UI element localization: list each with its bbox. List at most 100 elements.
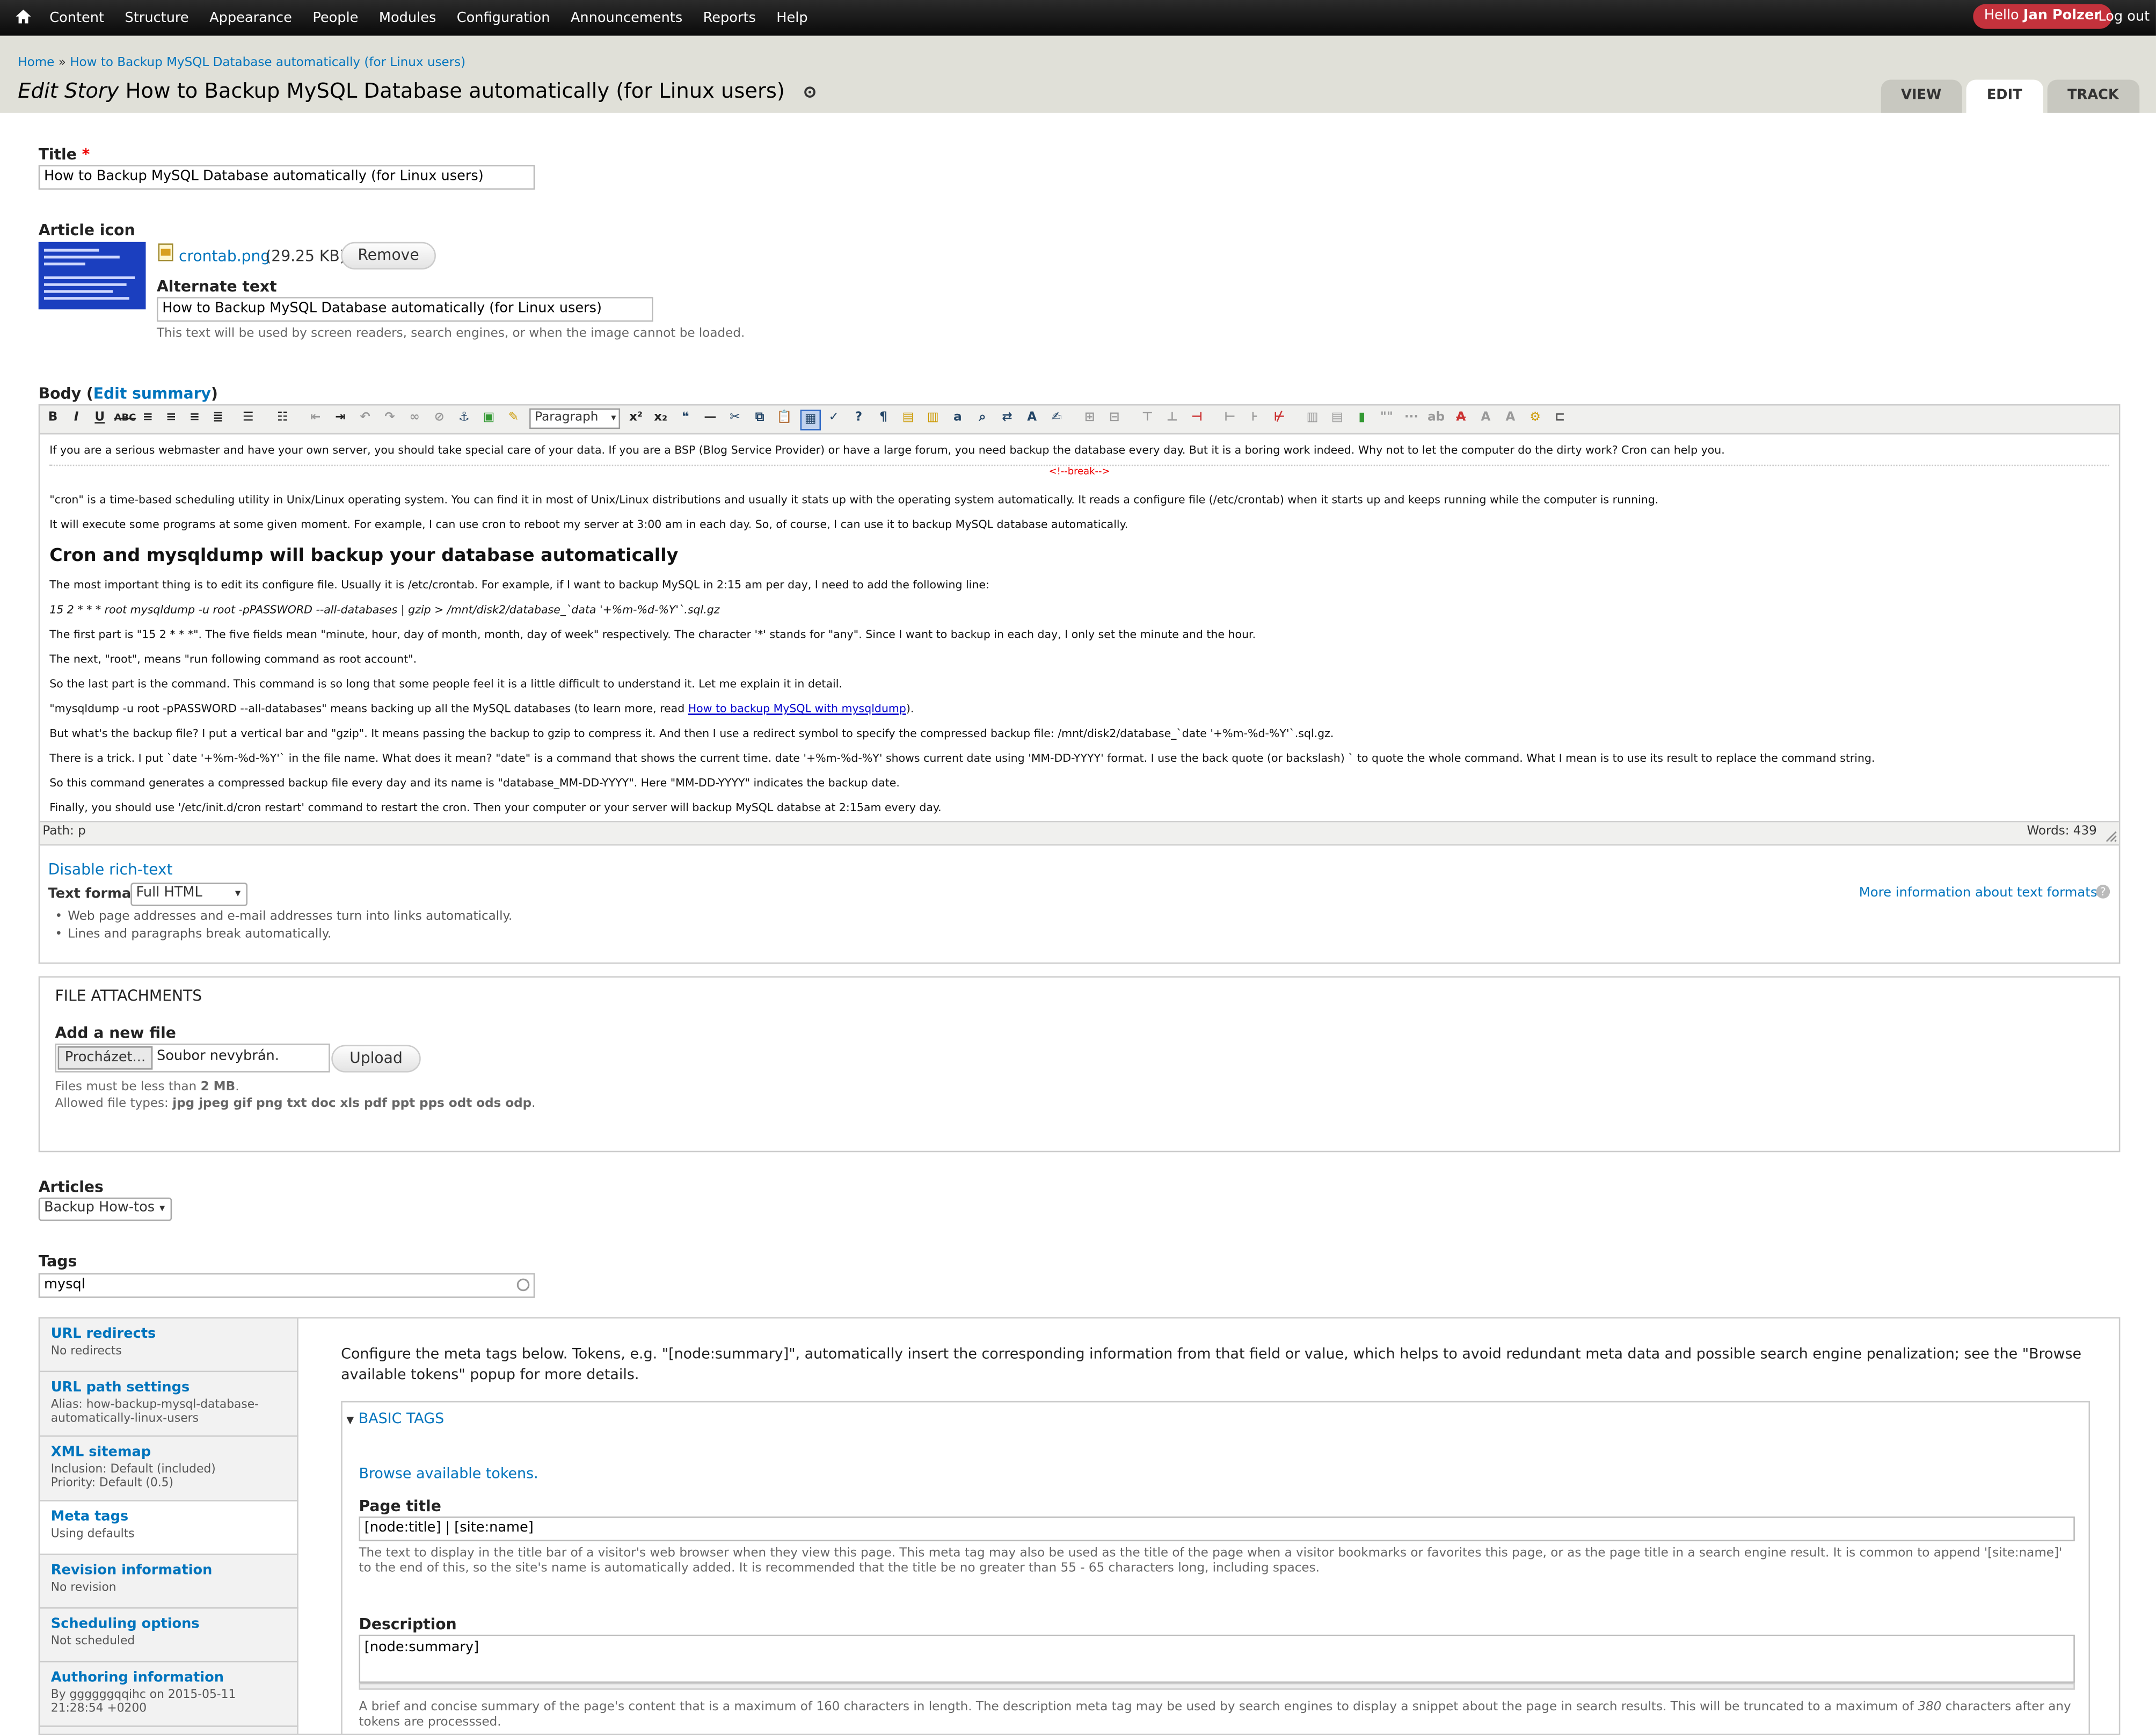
table-icon[interactable]: ▦	[800, 410, 821, 431]
more-info-formats-link[interactable]: More information about text formats	[1859, 885, 2097, 900]
description-textarea[interactable]: [node:summary]	[359, 1635, 2075, 1683]
del-icon[interactable]: A	[1452, 410, 1470, 427]
basic-tags-toggle[interactable]: ▼ BASIC TAGS	[346, 1411, 444, 1427]
page-title-input[interactable]: [node:title] | [site:name]	[359, 1517, 2075, 1542]
browse-button[interactable]: Procházet...	[57, 1046, 153, 1070]
ins-icon[interactable]: A	[1477, 410, 1495, 427]
horizontal-rule-icon[interactable]: —	[701, 410, 719, 427]
vtab-scheduling-options[interactable]: Scheduling options Not scheduled	[40, 1609, 298, 1663]
home-icon[interactable]	[14, 7, 33, 26]
row-props-icon[interactable]: ⊞	[1081, 410, 1098, 427]
paragraph-mark-icon[interactable]: ¶	[875, 410, 892, 427]
edit-summary-link[interactable]: Edit summary	[93, 385, 211, 403]
alt-text-input[interactable]: How to Backup MySQL Database automatical…	[156, 297, 653, 322]
pagebreak-icon[interactable]: ⊏	[1551, 410, 1569, 427]
replace-icon[interactable]: ⇄	[998, 410, 1016, 427]
underline-icon[interactable]: U	[91, 410, 108, 427]
insert-row-icon[interactable]: ⊤	[1139, 410, 1156, 427]
insert-row-after-icon[interactable]: ⊥	[1163, 410, 1181, 427]
gear-icon[interactable]	[803, 85, 817, 99]
abbr-icon[interactable]: ···	[1402, 410, 1420, 427]
menu-content[interactable]: Content	[49, 10, 104, 25]
tags-input[interactable]: mysql	[38, 1273, 535, 1298]
merge-cells-icon[interactable]: ▤	[1328, 410, 1346, 427]
superscript-icon[interactable]: x²	[627, 410, 645, 427]
tab-view[interactable]: VIEW	[1880, 79, 1962, 113]
menu-modules[interactable]: Modules	[379, 10, 436, 25]
articles-select[interactable]: Backup How-tos ▾	[38, 1197, 172, 1221]
cleanup-icon[interactable]: ✎	[505, 410, 522, 427]
menu-announcements[interactable]: Announcements	[571, 10, 682, 25]
indent-icon[interactable]: ⇥	[331, 410, 349, 427]
vtab-meta-tags[interactable]: Meta tags Using defaults	[40, 1501, 298, 1555]
disable-rich-text-link[interactable]: Disable rich-text	[48, 861, 173, 878]
copy-icon[interactable]: ⧉	[751, 410, 768, 427]
anchor-icon[interactable]: ⚓	[455, 410, 473, 427]
strikethrough-icon[interactable]: ABC	[114, 410, 136, 427]
link-icon[interactable]: ∞	[406, 410, 424, 427]
browse-tokens-link[interactable]: Browse available tokens.	[359, 1466, 538, 1482]
block-format-select[interactable]: Paragraph ▾	[529, 408, 621, 429]
breadcrumb-current[interactable]: How to Backup MySQL Database automatical…	[70, 56, 465, 70]
italic-icon[interactable]: I	[67, 410, 85, 427]
insert-col-after-icon[interactable]: ⊦	[1245, 410, 1263, 427]
outdent-icon[interactable]: ⇤	[307, 410, 324, 427]
remove-button[interactable]: Remove	[341, 242, 436, 269]
help-circle-icon[interactable]: ?	[2095, 884, 2110, 899]
paste-text-icon[interactable]: ▤	[899, 410, 917, 427]
text-format-select[interactable]: Full HTML ▾	[130, 883, 248, 906]
insert-col-icon[interactable]: ⊢	[1221, 410, 1239, 427]
vtab-authoring-information[interactable]: Authoring information By ggggggqqihc on …	[40, 1662, 298, 1727]
edit-source-icon[interactable]: ✍	[1048, 410, 1066, 427]
cite-icon[interactable]: ""	[1378, 410, 1395, 427]
file-input[interactable]: Procházet... Soubor nevybrán.	[55, 1043, 330, 1073]
upload-button[interactable]: Upload	[331, 1045, 421, 1073]
spellcheck-icon[interactable]: ✓	[825, 410, 843, 427]
split-cells-icon[interactable]: ▥	[1303, 410, 1321, 427]
file-name-link[interactable]: crontab.png	[179, 247, 270, 265]
vtab-revision-information[interactable]: Revision information No revision	[40, 1555, 298, 1609]
vtab-xml-sitemap[interactable]: XML sitemap Inclusion: Default (included…	[40, 1437, 298, 1501]
resize-handle-icon[interactable]	[2104, 829, 2118, 843]
subscript-icon[interactable]: x₂	[652, 410, 669, 427]
menu-people[interactable]: People	[312, 10, 358, 25]
menu-configuration[interactable]: Configuration	[457, 10, 550, 25]
blockquote-icon[interactable]: ❝	[676, 410, 694, 427]
cell-props-icon[interactable]: ⊟	[1105, 410, 1123, 427]
attributes-icon[interactable]: ⚙	[1526, 410, 1544, 427]
logout-link[interactable]: Log out	[2098, 10, 2150, 25]
image-icon[interactable]: ▣	[480, 410, 498, 427]
help-icon[interactable]: ?	[850, 410, 868, 427]
vtab-url-redirects[interactable]: URL redirects No redirects	[40, 1318, 298, 1373]
tab-edit[interactable]: EDIT	[1966, 79, 2043, 113]
select-all-icon[interactable]: a	[949, 410, 966, 427]
unlink-icon[interactable]: ⊘	[431, 410, 448, 427]
breadcrumb-home[interactable]: Home	[18, 56, 54, 70]
tab-track[interactable]: TRACK	[2046, 79, 2140, 113]
undo-icon[interactable]: ↶	[356, 410, 374, 427]
media-icon[interactable]: ▮	[1353, 410, 1371, 427]
bullet-list-icon[interactable]: ☰	[239, 410, 257, 427]
align-justify-icon[interactable]: ≣	[209, 410, 227, 427]
mysqldump-link[interactable]: How to backup MySQL with mysqldump	[688, 703, 906, 715]
find-icon[interactable]: ⌕	[973, 410, 991, 427]
styles-icon[interactable]: A	[1023, 410, 1041, 427]
vtab-url-path-settings[interactable]: URL path settings Alias: how-backup-mysq…	[40, 1372, 298, 1437]
paste-word-icon[interactable]: ▥	[924, 410, 942, 427]
acronym-icon[interactable]: ab	[1427, 410, 1445, 427]
align-center-icon[interactable]: ≡	[162, 410, 180, 427]
align-right-icon[interactable]: ≡	[186, 410, 203, 427]
bold-icon[interactable]: B	[44, 410, 62, 427]
font-icon[interactable]: A	[1502, 410, 1519, 427]
numbered-list-icon[interactable]: ☷	[274, 410, 292, 427]
menu-help[interactable]: Help	[776, 10, 807, 25]
align-left-icon[interactable]: ≡	[139, 410, 157, 427]
menu-structure[interactable]: Structure	[125, 10, 189, 25]
redo-icon[interactable]: ↷	[381, 410, 398, 427]
menu-reports[interactable]: Reports	[703, 10, 756, 25]
title-input[interactable]: How to Backup MySQL Database automatical…	[38, 165, 535, 190]
menu-appearance[interactable]: Appearance	[209, 10, 292, 25]
delete-col-icon[interactable]: ⊬	[1271, 410, 1288, 427]
textarea-grippie[interactable]	[359, 1682, 2075, 1690]
cut-icon[interactable]: ✂	[726, 410, 744, 427]
